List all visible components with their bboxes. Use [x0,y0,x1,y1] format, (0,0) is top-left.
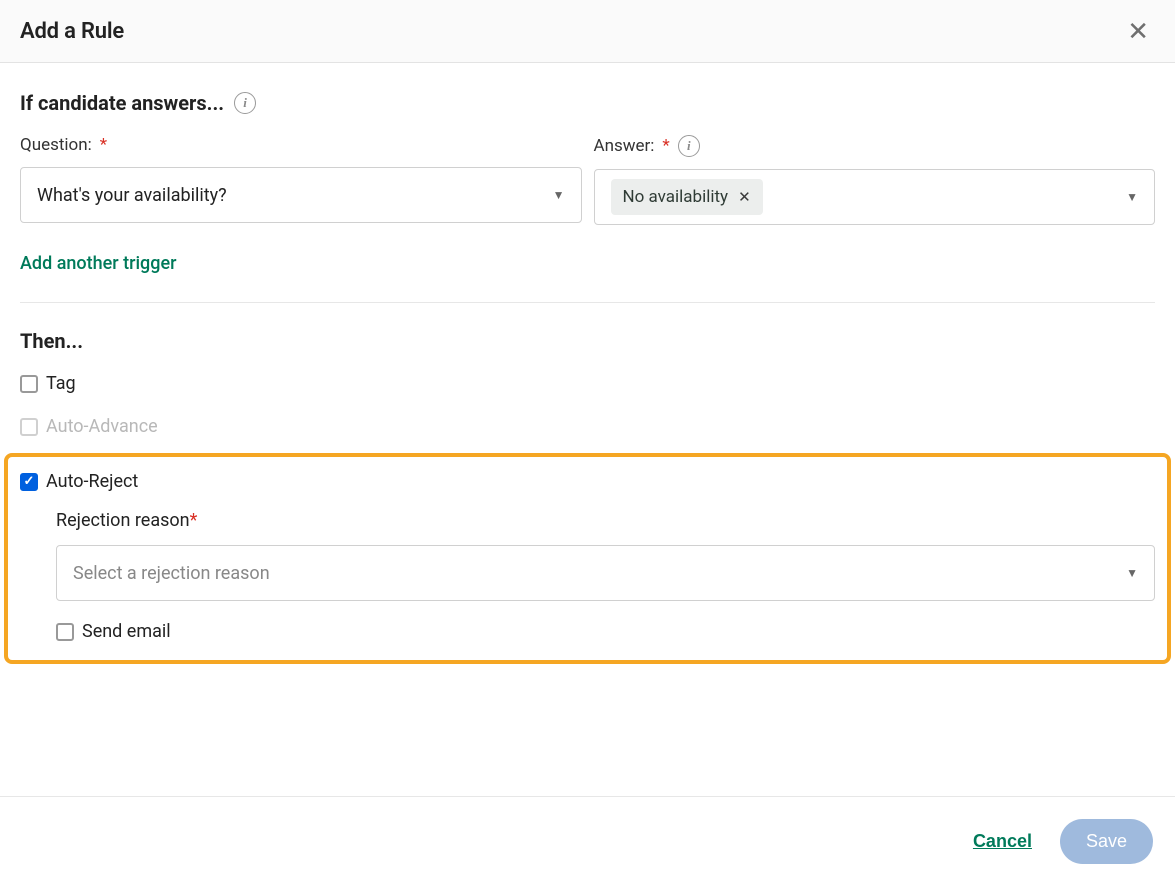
chevron-down-icon: ▼ [553,188,565,202]
modal-title: Add a Rule [20,19,124,44]
remove-chip-icon[interactable]: ✕ [738,188,751,206]
if-heading-text: If candidate answers... [20,91,224,115]
modal-header: Add a Rule ✕ [0,0,1175,63]
send-email-checkbox[interactable] [56,623,74,641]
add-another-trigger-link[interactable]: Add another trigger [20,253,176,274]
required-marker: * [190,510,198,531]
then-heading-text: Then... [20,329,83,353]
info-icon[interactable]: i [678,135,700,157]
trigger-row: Question: * What's your availability? ▼ … [20,135,1155,225]
tag-option: Tag [20,373,1155,394]
answer-label-text: Answer: [594,136,655,156]
rejection-reason-label-text: Rejection reason [56,510,190,531]
close-icon[interactable]: ✕ [1123,18,1153,44]
tag-label: Tag [46,373,76,394]
auto-reject-option: ✓ Auto-Reject [20,471,1155,492]
answer-select[interactable]: No availability ✕ ▼ [594,169,1156,225]
divider [20,302,1155,303]
send-email-label: Send email [82,621,171,642]
question-field: Question: * What's your availability? ▼ [20,135,582,225]
answer-chip-label: No availability [623,187,729,207]
answer-chip: No availability ✕ [611,179,763,215]
rejection-reason-label: Rejection reason* [56,510,1155,531]
then-section-heading: Then... [20,329,1155,353]
auto-reject-subsection: Rejection reason* Select a rejection rea… [20,506,1155,642]
cancel-button[interactable]: Cancel [973,831,1032,852]
answer-field: Answer: * i No availability ✕ ▼ [594,135,1156,225]
auto-reject-highlight: ✓ Auto-Reject Rejection reason* Select a… [4,453,1171,664]
chevron-down-icon: ▼ [1126,190,1138,204]
modal-footer: Cancel Save [0,796,1175,886]
auto-reject-checkbox[interactable]: ✓ [20,473,38,491]
required-marker: * [662,136,669,156]
question-select[interactable]: What's your availability? ▼ [20,167,582,223]
chevron-down-icon: ▼ [1126,566,1138,580]
question-label-text: Question: [20,135,92,155]
tag-checkbox[interactable] [20,375,38,393]
info-icon[interactable]: i [234,92,256,114]
question-select-value: What's your availability? [37,185,227,206]
answer-label: Answer: * i [594,135,1156,157]
auto-advance-label: Auto-Advance [46,416,158,437]
rejection-reason-placeholder: Select a rejection reason [73,563,270,584]
rejection-reason-select[interactable]: Select a rejection reason ▼ [56,545,1155,601]
if-section-heading: If candidate answers... i [20,91,1155,115]
modal-body: If candidate answers... i Question: * Wh… [0,63,1175,674]
auto-advance-option: Auto-Advance [20,416,1155,437]
add-rule-modal: Add a Rule ✕ If candidate answers... i Q… [0,0,1175,886]
send-email-option: Send email [56,621,1155,642]
save-button[interactable]: Save [1060,819,1153,864]
auto-reject-label: Auto-Reject [46,471,138,492]
required-marker: * [100,135,107,155]
question-label: Question: * [20,135,582,155]
auto-advance-checkbox [20,418,38,436]
